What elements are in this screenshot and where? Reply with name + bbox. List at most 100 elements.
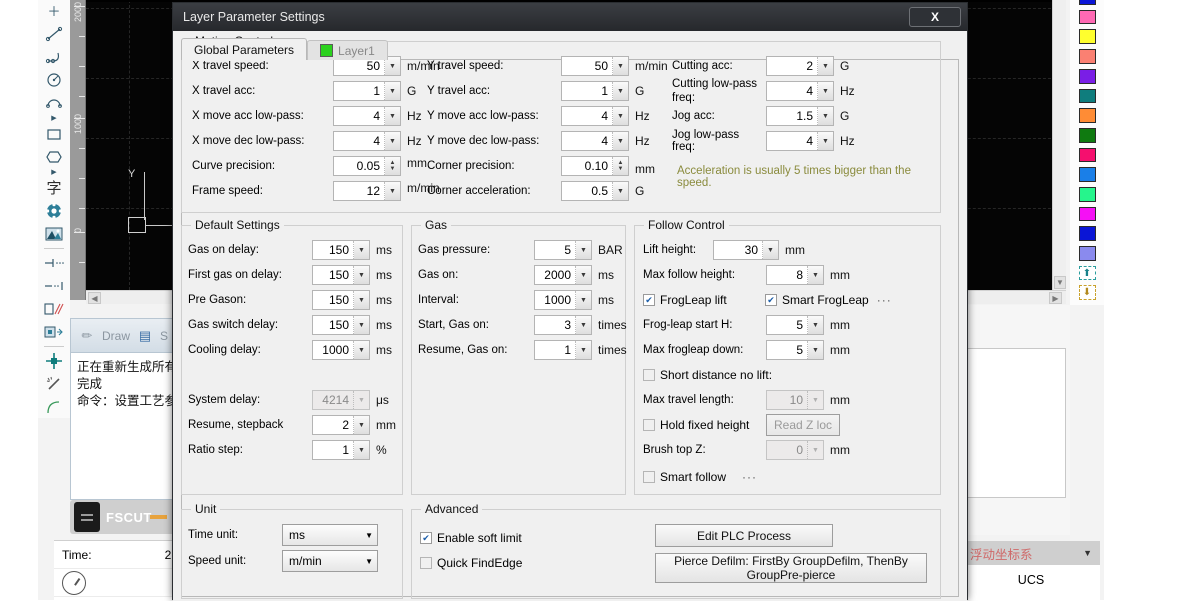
resume-gas-on-input[interactable]: 1 ▼	[534, 340, 592, 360]
cutting-low-pass-freq-input[interactable]: 4 ▼	[766, 81, 834, 101]
chevron-down-icon[interactable]: ▼	[576, 266, 591, 284]
color-swatch[interactable]	[1078, 246, 1096, 261]
checkbox-icon[interactable]: ✔	[765, 294, 777, 306]
dimension-h-icon[interactable]	[39, 252, 69, 275]
color-swatch[interactable]	[1078, 0, 1096, 5]
frog-leap-start-h-input[interactable]: 5 ▼	[766, 315, 824, 335]
dialog-titlebar[interactable]: Layer Parameter Settings X	[173, 3, 967, 31]
checkbox-short-distance-no-lift[interactable]: Short distance no lift:	[643, 365, 772, 385]
chevron-down-icon[interactable]: ▼	[354, 416, 369, 434]
smart-frogleap-more-icon[interactable]: ···	[877, 293, 892, 307]
drawing-toolbar[interactable]: ＋ ▶ ▶ 字	[38, 0, 70, 418]
color-swatch[interactable]	[1078, 88, 1096, 104]
color-swatch[interactable]	[1078, 68, 1096, 84]
color-swatch[interactable]	[1078, 108, 1096, 123]
layer-color-palette[interactable]: ⬆ ⬇	[1070, 0, 1104, 305]
settings-label[interactable]: S	[160, 329, 168, 343]
chevron-down-icon[interactable]: ▼	[818, 82, 833, 100]
chevron-down-icon[interactable]: ▼	[808, 341, 823, 359]
dimension-dash-icon[interactable]	[39, 275, 69, 298]
chevron-down-icon[interactable]: ▼	[576, 316, 591, 334]
scroll-right-icon[interactable]: ▶	[1049, 292, 1062, 304]
checkbox-icon[interactable]	[643, 369, 655, 381]
color-swatch[interactable]	[1078, 147, 1096, 163]
y-move-dec-low-pass-input[interactable]: 4 ▼	[561, 131, 629, 151]
copy-array-icon[interactable]	[39, 320, 69, 343]
y-travel-acc-input[interactable]: 1 ▼	[561, 81, 629, 101]
cooling-delay-input[interactable]: 1000 ▼	[312, 340, 370, 360]
document-icon[interactable]: ▤	[136, 327, 154, 345]
x-move-acc-low-pass-input[interactable]: 4 ▼	[333, 106, 401, 126]
read-z-loc-button[interactable]: Read Z loc	[766, 414, 840, 436]
corner-precision-input[interactable]: 0.10 ▲ ▼	[561, 156, 629, 176]
resume-stepback-input[interactable]: 2 ▼	[312, 415, 370, 435]
tab-global-parameters[interactable]: Global Parameters	[181, 38, 308, 61]
interval-input[interactable]: 1000 ▼	[534, 290, 592, 310]
chevron-down-icon[interactable]: ▼	[613, 132, 628, 150]
x-travel-acc-input[interactable]: 1 ▼	[333, 81, 401, 101]
gas-on-input[interactable]: 2000 ▼	[534, 265, 592, 285]
polygon-icon[interactable]	[39, 145, 69, 168]
chevron-down-icon[interactable]: ▼	[385, 82, 400, 100]
color-swatch[interactable]	[1078, 206, 1096, 222]
gas-pressure-input[interactable]: 5 ▼	[534, 240, 592, 260]
checkbox-hold-fixed-height[interactable]: Hold fixed height	[643, 415, 749, 435]
checkbox-icon[interactable]	[643, 471, 655, 483]
curve-icon[interactable]	[39, 395, 69, 418]
snap-icon[interactable]	[39, 350, 69, 373]
circle-icon[interactable]	[39, 68, 69, 91]
chevron-down-icon[interactable]: ▼	[613, 82, 628, 100]
chevron-down-icon[interactable]: ▼	[1083, 548, 1092, 558]
checkbox-smart-frogleap[interactable]: ✔ Smart FrogLeap ···	[765, 290, 892, 310]
speed-unit-select[interactable]: m/min ▼	[282, 550, 378, 572]
checkbox-smart-follow[interactable]: Smart follow ···	[643, 467, 757, 487]
chevron-down-icon[interactable]: ▼	[576, 341, 591, 359]
checkbox-icon[interactable]	[420, 557, 432, 569]
color-swatch[interactable]	[1078, 9, 1096, 25]
max-follow-height-input[interactable]: 8 ▼	[766, 265, 824, 285]
edit-plc-process-button[interactable]: Edit PLC Process	[655, 524, 833, 547]
x-move-dec-low-pass-input[interactable]: 4 ▼	[333, 131, 401, 151]
chevron-down-icon[interactable]: ▼	[818, 132, 833, 150]
pencil-icon[interactable]: ✏	[78, 327, 96, 345]
pre-gason-input[interactable]: 150 ▼	[312, 290, 370, 310]
corner-acceleration-input[interactable]: 0.5 ▼	[561, 181, 629, 201]
checkbox-quick-findedge[interactable]: Quick FindEdge	[420, 553, 522, 573]
right-list-box[interactable]	[966, 348, 1066, 498]
arc-icon[interactable]	[39, 91, 69, 114]
checkbox-icon[interactable]	[643, 419, 655, 431]
checkbox-icon[interactable]: ✔	[643, 294, 655, 306]
chevron-down-icon[interactable]: ▼	[576, 241, 591, 259]
chevron-down-icon[interactable]: ▼	[385, 182, 400, 200]
gas-on-delay-input[interactable]: 150 ▼	[312, 240, 370, 260]
line-icon[interactable]	[39, 23, 69, 46]
arc-dropdown-icon[interactable]: ▶	[39, 114, 69, 123]
pierce-defilm-button[interactable]: Pierce Defilm: FirstBy GroupDefilm, Then…	[655, 553, 927, 583]
jog-low-pass-freq-input[interactable]: 4 ▼	[766, 131, 834, 151]
scroll-left-icon[interactable]: ◀	[88, 292, 101, 304]
close-button[interactable]: X	[909, 7, 961, 27]
rectangle-icon[interactable]	[39, 123, 69, 146]
smart-follow-more-icon[interactable]: ···	[742, 470, 757, 484]
hatch-icon[interactable]	[39, 297, 69, 320]
spinner-arrows-icon[interactable]: ▲ ▼	[613, 157, 628, 175]
color-swatch[interactable]	[1078, 167, 1096, 182]
color-swatch[interactable]	[1078, 49, 1096, 64]
start-gas-on-input[interactable]: 3 ▼	[534, 315, 592, 335]
color-swatch[interactable]	[1078, 127, 1096, 143]
gas-switch-delay-input[interactable]: 150 ▼	[312, 315, 370, 335]
jog-acc-input[interactable]: 1.5 ▼	[766, 106, 834, 126]
chevron-down-icon[interactable]: ▼	[818, 107, 833, 125]
gear-node-icon[interactable]	[39, 200, 69, 223]
canvas-vertical-scrollbar[interactable]: ▼	[1052, 0, 1066, 290]
chevron-down-icon[interactable]: ▼	[808, 266, 823, 284]
chevron-down-icon[interactable]: ▼	[354, 291, 369, 309]
scroll-down-icon[interactable]: ▼	[1054, 276, 1066, 289]
chevron-down-icon[interactable]: ▼	[354, 341, 369, 359]
max-frogleap-down-input[interactable]: 5 ▼	[766, 340, 824, 360]
color-swatch[interactable]	[1078, 29, 1096, 45]
chevron-down-icon[interactable]: ▼	[613, 182, 628, 200]
chevron-down-icon[interactable]: ▼	[613, 107, 628, 125]
chevron-down-icon[interactable]: ▼	[385, 132, 400, 150]
checkbox-enable-soft-limit[interactable]: ✔ Enable soft limit	[420, 528, 522, 548]
